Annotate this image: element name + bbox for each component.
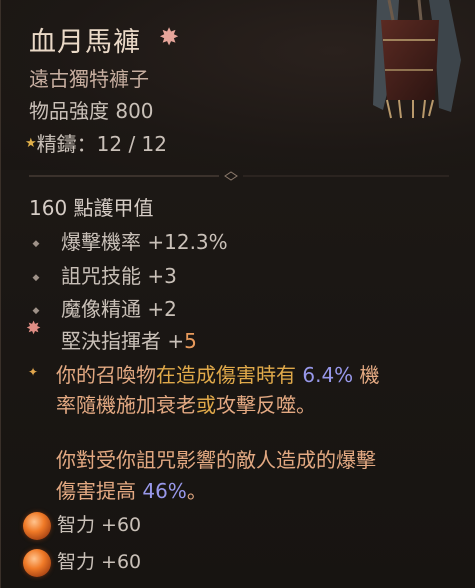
- legendary-power-icon: ✦: [28, 365, 39, 379]
- affix-curse-skills: ◆ 詛咒技能 +3: [32, 264, 177, 288]
- item-tooltip: 血月馬褲 ✸ 遠古獨特褲子 物品強度 800 ★精鑄：12 / 12 160 點…: [0, 0, 475, 588]
- item-type: 遠古獨特褲子: [29, 67, 149, 91]
- legendary-power-line-4: 傷害提高 46%。: [56, 479, 207, 503]
- pants-item-icon: [373, 0, 461, 119]
- masterwork-rank: ★精鑄：12 / 12: [25, 128, 167, 157]
- affix-golem-mastery: ◆ 魔像精通 +2: [32, 297, 177, 321]
- legendary-power-line-3: 你對受你詛咒影響的敵人造成的爆擊: [56, 448, 376, 472]
- greater-affix-icon: ✸: [26, 318, 42, 339]
- unique-flower-icon: ✸: [159, 23, 180, 51]
- legendary-power-line-1: 你的召喚物在造成傷害時有 6.4% 機: [56, 363, 380, 387]
- diamond-bullet-icon: ◆: [32, 239, 40, 249]
- affix-unyielding-commander: 堅決指揮者 +5: [61, 329, 197, 353]
- legendary-power-line-2: 率隨機施加衰老或攻擊反噬。: [56, 393, 316, 417]
- diamond-bullet-icon: ◆: [32, 273, 40, 283]
- diamond-bullet-icon: ◆: [32, 306, 40, 316]
- topaz-gem-icon: [23, 511, 51, 540]
- topaz-gem-icon: [23, 548, 51, 577]
- section-divider: [29, 171, 449, 181]
- affix-crit-chance: ◆ 爆擊機率 +12.3%: [32, 230, 228, 254]
- masterwork-label: 精鑄：12 / 12: [36, 132, 168, 156]
- socket-gem-2: 智力 +60: [23, 547, 141, 577]
- item-power: 物品強度 800: [29, 99, 154, 123]
- socket-gem-1: 智力 +60: [23, 510, 141, 540]
- masterwork-star-icon: ★: [25, 136, 37, 151]
- item-name: 血月馬褲: [29, 27, 141, 58]
- armor-value: 160 點護甲值: [29, 196, 154, 220]
